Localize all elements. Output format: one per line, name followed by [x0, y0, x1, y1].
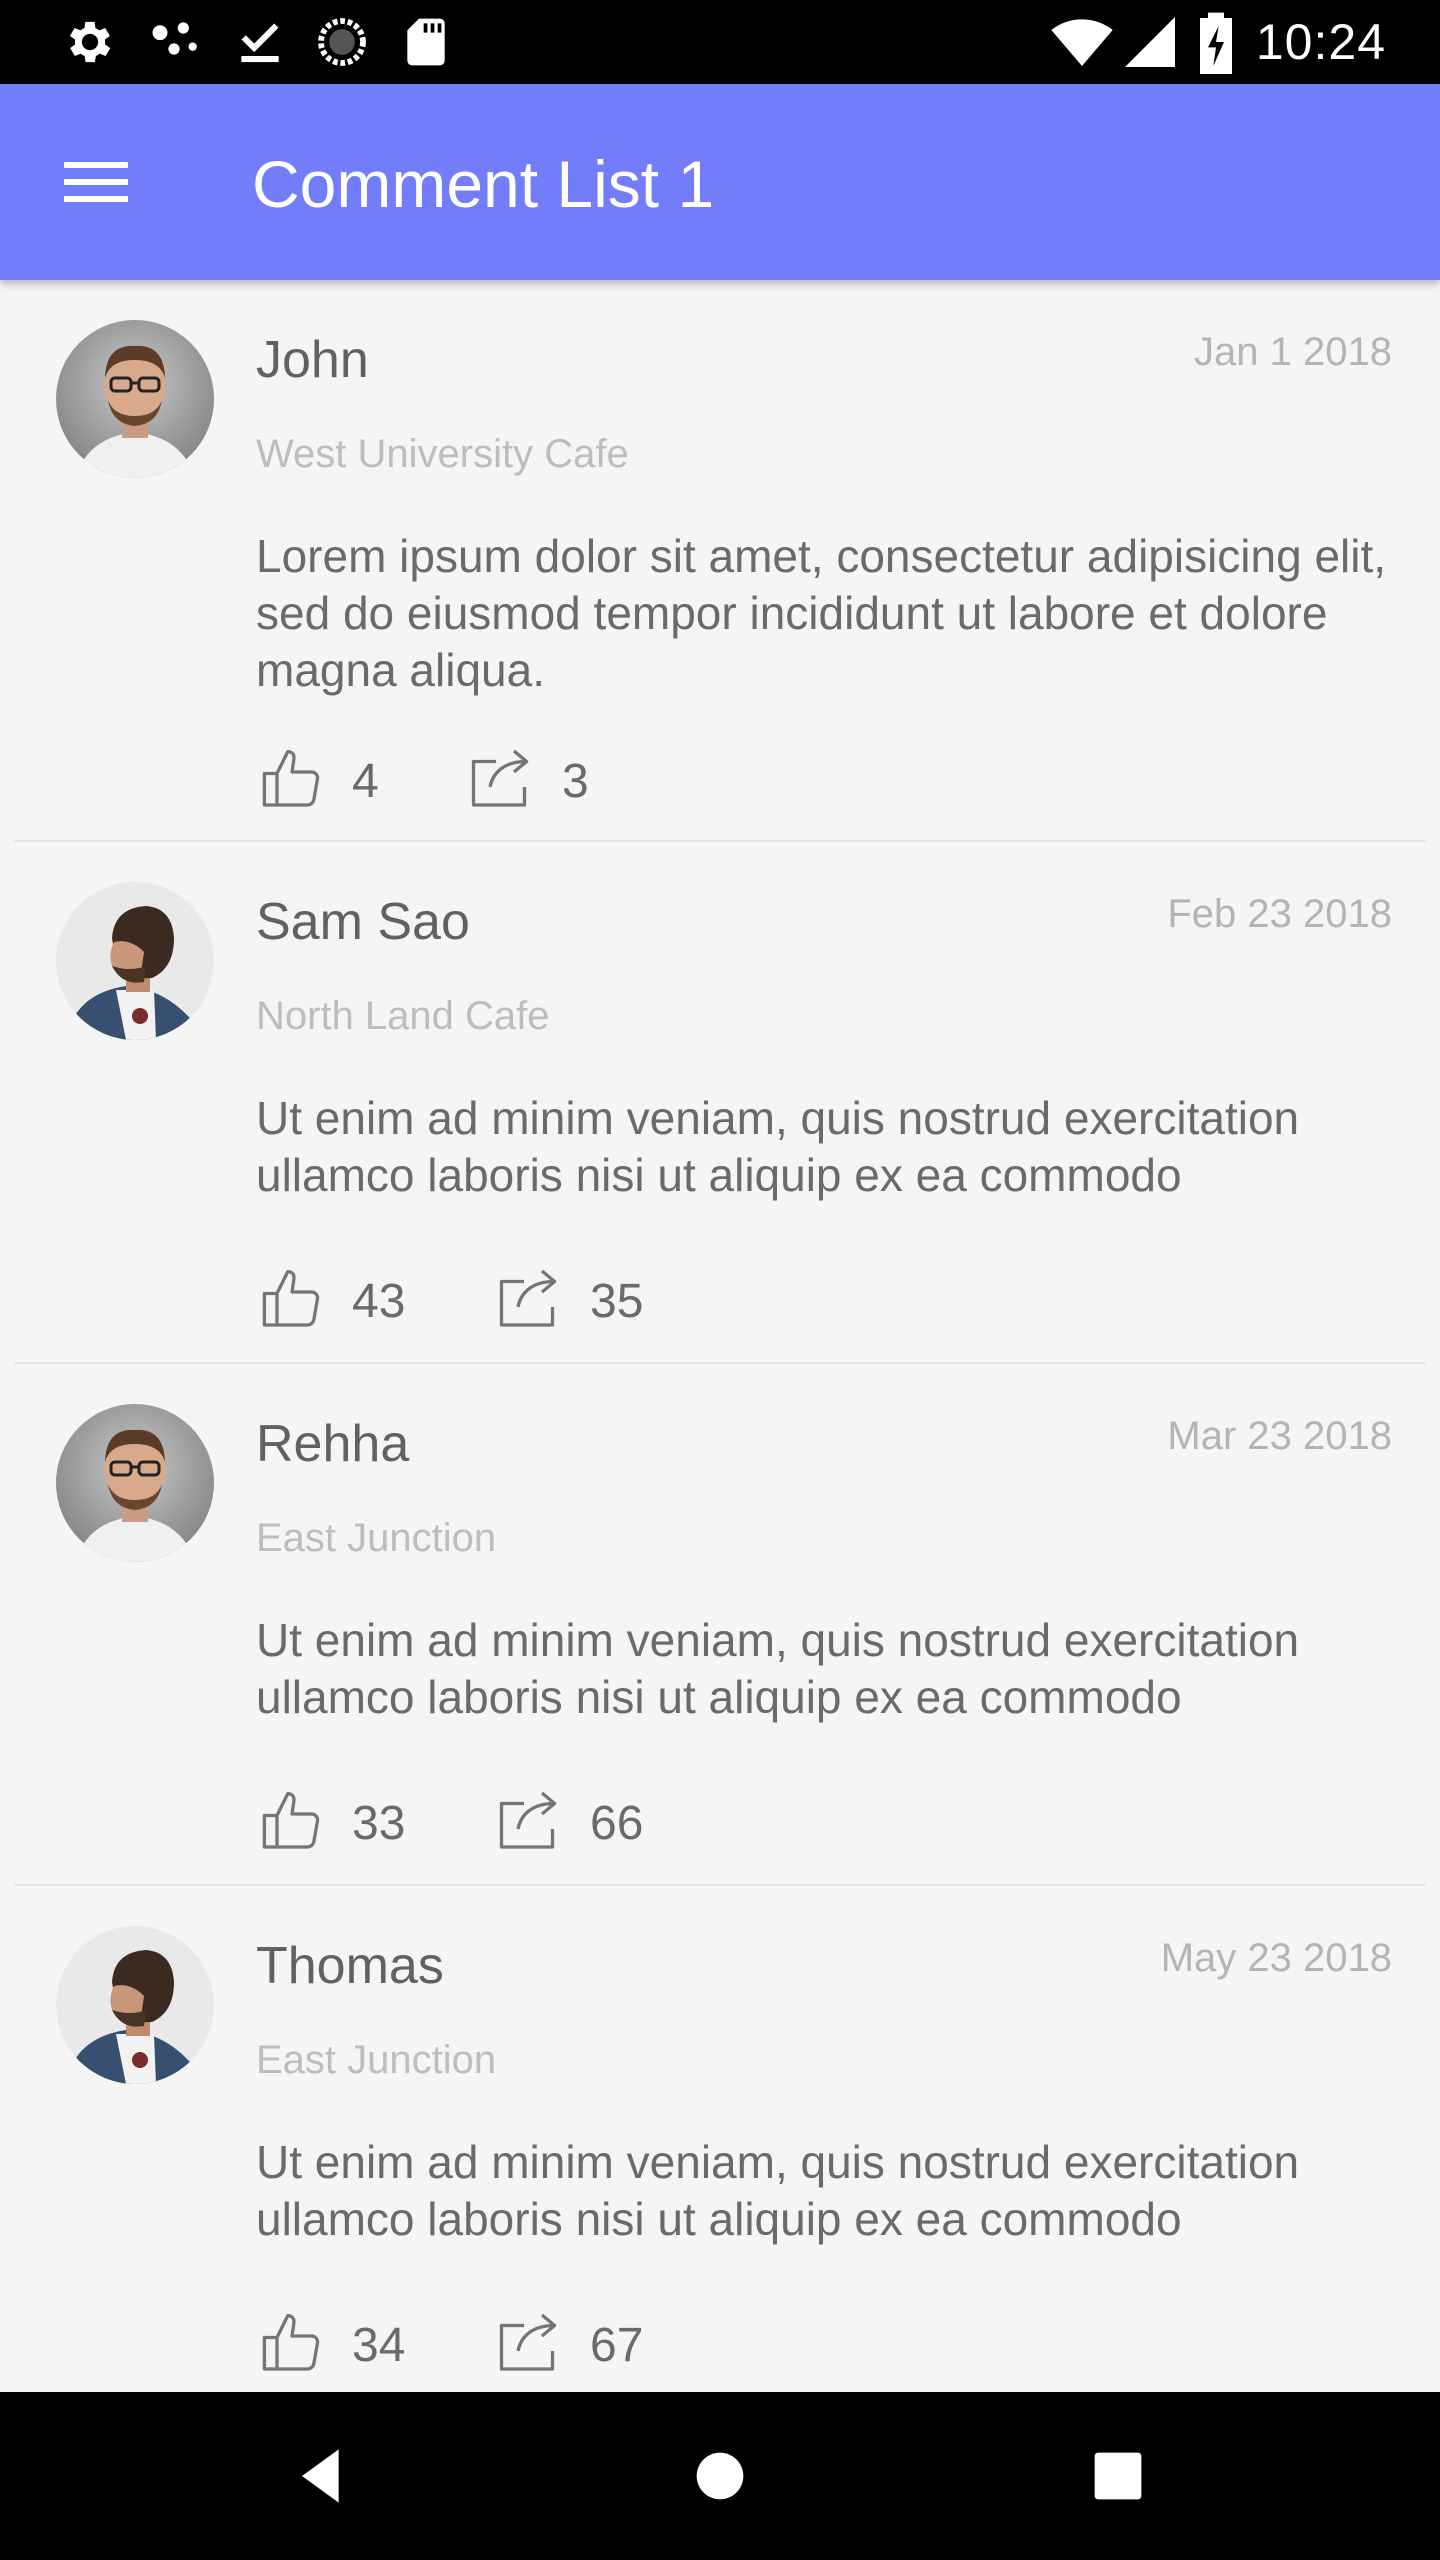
comment-location: North Land Cafe: [256, 994, 550, 1038]
like-button[interactable]: 33: [256, 1784, 416, 1864]
thumb-up-icon: [262, 749, 320, 807]
comment-location: East Junction: [256, 1516, 497, 1560]
comment-author: Sam Sao: [256, 893, 470, 951]
comment-location: West University Cafe: [256, 432, 629, 476]
download-done-icon: [241, 23, 279, 63]
comment-author: Rehha: [256, 1415, 410, 1473]
wifi-icon: [1051, 19, 1113, 66]
list-item[interactable]: John Jan 1 2018 West University Cafe Lor…: [0, 280, 1440, 842]
comment-text: Ut enim ad minim veniam, quis nostrud ex…: [256, 1614, 1300, 1723]
battery-charging-icon: [1200, 12, 1232, 74]
share-button[interactable]: 35: [494, 1262, 654, 1342]
comment-list[interactable]: John Jan 1 2018 West University Cafe Lor…: [0, 280, 1440, 2392]
avatar-man-glasses: [56, 320, 214, 478]
recents-icon[interactable]: [1078, 2436, 1158, 2516]
share-count: 3: [562, 755, 589, 808]
comment-date: May 23 2018: [1160, 1936, 1392, 1980]
thumb-up-icon: [262, 2313, 320, 2371]
comment-author: Thomas: [256, 1937, 444, 1995]
share-count: 66: [590, 1797, 644, 1850]
comment-text: Ut enim ad minim veniam, quis nostrud ex…: [256, 1092, 1300, 1201]
settings-icon: [69, 21, 111, 63]
avatar[interactable]: [56, 320, 214, 478]
like-button[interactable]: 43: [256, 1262, 416, 1342]
like-count: 4: [352, 755, 379, 808]
share-icon: [471, 749, 529, 807]
like-button[interactable]: 4: [256, 742, 396, 822]
dots-icon: [152, 22, 197, 55]
comment-location: East Junction: [256, 2038, 497, 2082]
clock: 10:24: [1255, 14, 1386, 70]
comment-author: John: [256, 331, 369, 389]
comment-date: Mar 23 2018: [1167, 1414, 1392, 1458]
like-button[interactable]: 34: [256, 2306, 416, 2386]
comment-text: Ut enim ad minim veniam, quis nostrud ex…: [256, 2136, 1300, 2245]
page-title: Comment List 1: [252, 147, 715, 221]
share-icon: [499, 1791, 557, 1849]
status-bar: 10:24: [0, 0, 1440, 84]
list-item[interactable]: Rehha Mar 23 2018 East Junction Ut enim …: [0, 1364, 1440, 1886]
share-icon: [499, 1269, 557, 1327]
like-count: 43: [352, 1275, 406, 1328]
share-button[interactable]: 3: [466, 742, 606, 822]
thumb-up-icon: [262, 1269, 320, 1327]
thumb-up-icon: [262, 1791, 320, 1849]
avatar[interactable]: [56, 1926, 214, 2084]
share-button[interactable]: 67: [494, 2306, 654, 2386]
list-item[interactable]: Sam Sao Feb 23 2018 North Land Cafe Ut e…: [0, 842, 1440, 1364]
avatar-man-profile: [56, 1926, 214, 2084]
comment-date: Jan 1 2018: [1194, 330, 1392, 374]
like-count: 34: [352, 2319, 406, 2372]
share-count: 35: [590, 1275, 644, 1328]
app-bar: Comment List 1: [0, 84, 1440, 280]
navigation-bar: [0, 2392, 1440, 2560]
back-icon[interactable]: [282, 2436, 362, 2516]
like-count: 33: [352, 1797, 406, 1850]
comment-date: Feb 23 2018: [1167, 892, 1392, 936]
comment-text: Lorem ipsum dolor sit amet, consectetur …: [256, 530, 1387, 696]
sd-card-icon: [407, 18, 445, 66]
list-item[interactable]: Thomas May 23 2018 East Junction Ut enim…: [0, 1886, 1440, 2392]
home-icon[interactable]: [680, 2436, 760, 2516]
avatar[interactable]: [56, 1404, 214, 1562]
avatar-man-profile: [56, 882, 214, 1040]
signal-icon: [1125, 17, 1175, 67]
avatar[interactable]: [56, 882, 214, 1040]
loading-icon: [318, 18, 366, 66]
share-button[interactable]: 66: [494, 1784, 654, 1864]
share-count: 67: [590, 2319, 644, 2372]
menu-icon[interactable]: [56, 150, 140, 214]
avatar-man-glasses: [56, 1404, 214, 1562]
share-icon: [499, 2313, 557, 2371]
